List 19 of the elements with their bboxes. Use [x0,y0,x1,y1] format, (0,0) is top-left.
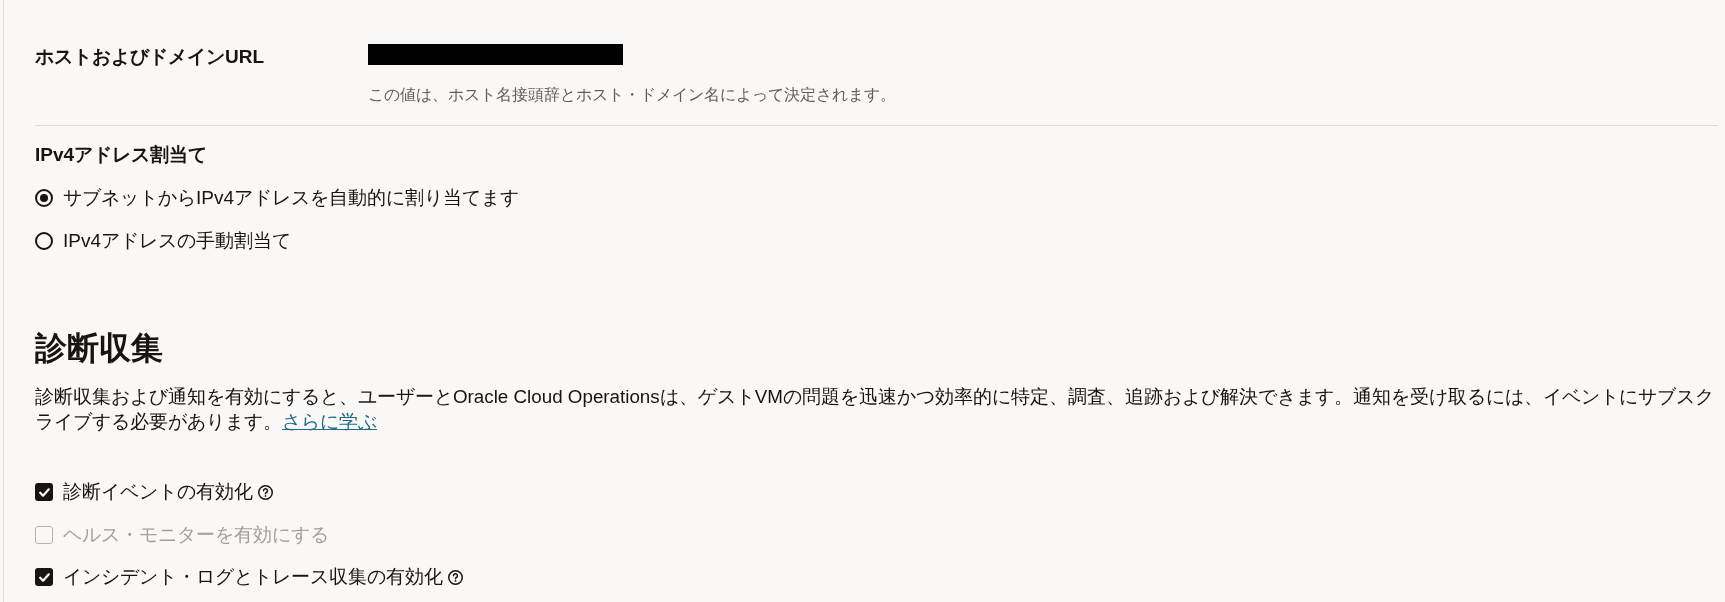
description-text: 診断収集および通知を有効にすると、ユーザーとOracle Cloud Operationsは、ゲストVMの問題を迅速かつ効率的に特定、調査、追跡および解決できます。通知を受け取るには、イベントにサブスクライブする必要があります。さらに学ぶ [35,385,1715,434]
help-icon[interactable] [448,569,463,585]
checkbox-label: 診断イベントの有効化 [63,480,253,504]
checkmark-icon [38,572,50,582]
help-icon[interactable] [258,484,273,500]
learn-more-link[interactable]: さらに学ぶ [282,411,377,432]
radio-button[interactable] [35,232,53,250]
field-label: ホストおよびドメインURL [35,45,266,67]
hint-text: この値は、ホスト名接頭辞とホスト・ドメイン名によって決定されます。 [368,85,896,105]
radio-label: IPv4アドレスの手動割当て [63,229,292,253]
radio-label: サブネットからIPv4アドレスを自動的に割り当てます [63,186,520,210]
checkbox-label: ヘルス・モニターを有効にする [63,523,329,547]
group-label: IPv4アドレス割当て [35,143,209,167]
checkbox[interactable] [35,568,53,586]
section-heading: 診断収集 [35,329,164,368]
checkmark-icon [38,487,50,497]
checkbox-label: インシデント・ログとトレース収集の有効化 [63,565,443,589]
checkbox[interactable] [35,483,53,501]
radio-button[interactable] [35,189,53,207]
